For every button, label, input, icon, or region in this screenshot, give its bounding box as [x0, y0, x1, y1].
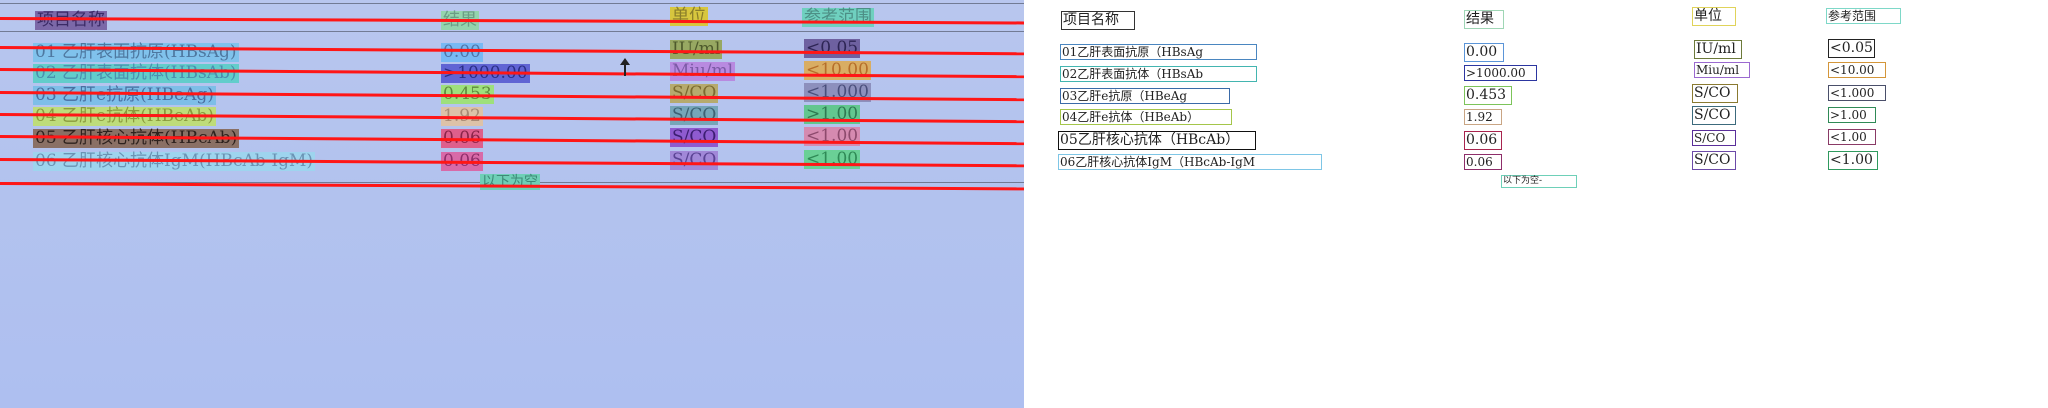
render-row4-result: 1.92	[1464, 109, 1502, 125]
photo-row2-range: <10.00	[804, 60, 871, 80]
render-row4-range: >1.00	[1828, 107, 1876, 123]
render-footer-empty-note: 以下为空-	[1501, 175, 1577, 188]
render-header-unit: 单位	[1692, 7, 1736, 26]
render-row1-unit: IU/ml	[1694, 40, 1742, 59]
photo-row2-unit: Miu/ml	[670, 61, 736, 81]
photo-row3-name: 03 乙肝e抗原(HBeAg)	[33, 85, 216, 105]
comparison-stage: 项目名称 结果 单位 参考范围 01 乙肝表面抗原(HBsAg) 0.00 IU…	[0, 0, 2048, 408]
render-row1-range: <0.05	[1828, 39, 1875, 58]
render-row2-result: >1000.00	[1464, 65, 1537, 81]
render-row1-result: 0.00	[1464, 43, 1504, 62]
render-row2-unit: Miu/ml	[1694, 62, 1750, 78]
mouse-cursor-icon	[620, 58, 630, 76]
render-row6-range: <1.00	[1828, 151, 1878, 170]
photo-row1-result: 0.00	[441, 42, 483, 62]
render-row1-name: 01乙肝表面抗原（HBsAg	[1060, 44, 1257, 60]
render-row6-name: 06乙肝核心抗体IgM（HBcAb-IgM	[1058, 154, 1322, 170]
photo-row1-range: <0.05	[804, 38, 861, 58]
photo-header-name: 项目名称	[35, 11, 107, 30]
photo-row3-unit: S/CO	[670, 83, 719, 103]
render-header-result: 结果	[1464, 10, 1504, 29]
photo-row5-unit: S/CO	[670, 127, 719, 147]
photo-header-range: 参考范围	[802, 7, 874, 27]
render-row5-result: 0.06	[1464, 131, 1502, 150]
render-row3-result: 0.453	[1464, 86, 1512, 105]
render-row6-result: 0.06	[1464, 154, 1502, 170]
photo-row2-name: 02 乙肝表面抗体(HBsAb)	[33, 63, 239, 83]
render-row5-unit: S/CO	[1692, 130, 1736, 146]
table-top-border	[0, 3, 1024, 4]
photo-row4-unit: S/CO	[670, 105, 719, 125]
render-row4-name: 04乙肝e抗体（HBeAb）	[1060, 109, 1232, 125]
annotated-photo-panel: 项目名称 结果 单位 参考范围 01 乙肝表面抗原(HBsAg) 0.00 IU…	[0, 0, 1024, 408]
render-row2-name: 02乙肝表面抗体（HBsAb	[1060, 66, 1257, 82]
render-row3-name: 03乙肝e抗原（HBeAg	[1060, 88, 1230, 104]
render-row5-name: 05乙肝核心抗体（HBcAb）	[1058, 131, 1256, 150]
render-row6-unit: S/CO	[1692, 151, 1736, 170]
render-row4-unit: S/CO	[1692, 106, 1736, 125]
render-row3-range: <1.000	[1828, 85, 1886, 101]
photo-row6-unit: S/CO	[670, 150, 719, 170]
render-header-name: 项目名称	[1061, 11, 1135, 30]
render-row5-range: <1.00	[1828, 129, 1876, 145]
render-row2-range: <10.00	[1828, 62, 1886, 78]
ocr-render-panel: 项目名称 结果 单位 参考范围 01乙肝表面抗原（HBsAg 0.00 IU/m…	[1024, 0, 2048, 408]
table-header-border	[0, 31, 1024, 32]
render-header-range: 参考范围	[1826, 8, 1901, 24]
photo-header-unit: 单位	[670, 6, 708, 26]
render-row3-unit: S/CO	[1692, 84, 1738, 103]
